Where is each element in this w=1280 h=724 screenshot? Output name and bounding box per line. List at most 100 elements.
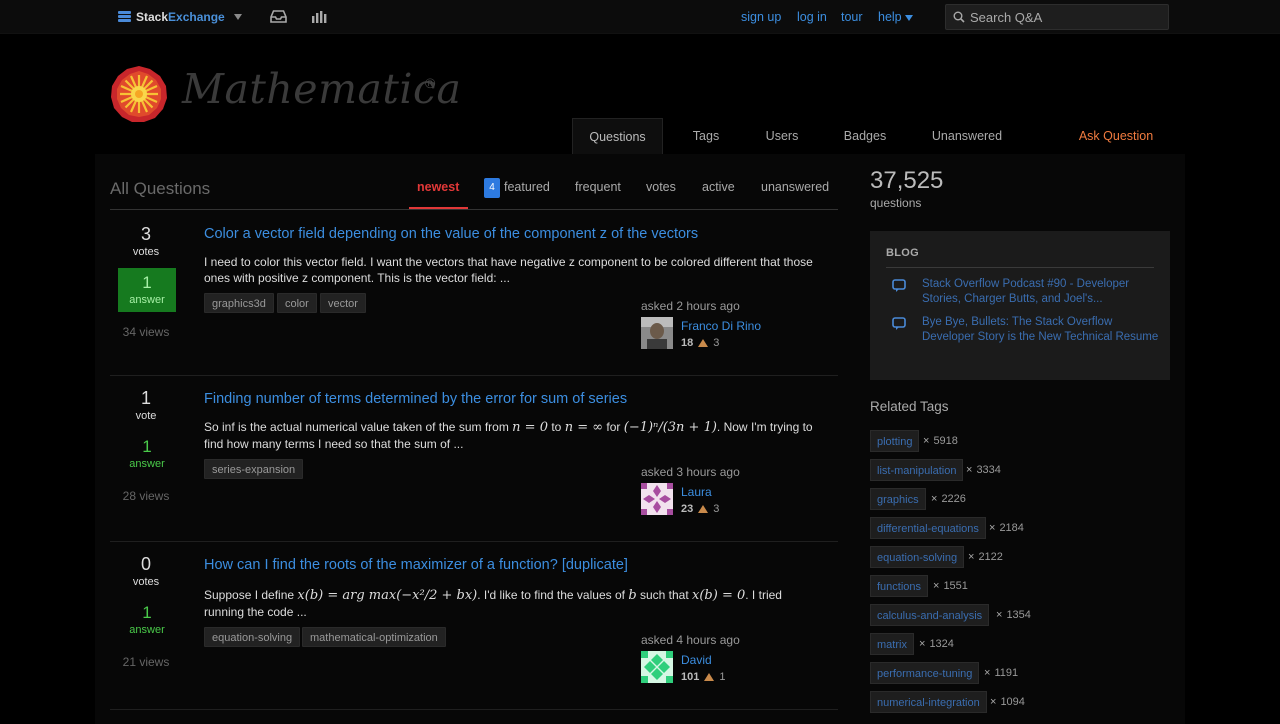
help-link[interactable]: help (878, 10, 913, 24)
vote-label: votes (132, 576, 160, 588)
question-divider (110, 709, 838, 710)
featured-count-badge[interactable]: 4 (484, 178, 500, 198)
related-tag-count: × 2184 (989, 522, 1024, 534)
login-link[interactable]: log in (797, 10, 827, 24)
blog-item-link[interactable]: Bye Bye, Bullets: The Stack Overflow Dev… (922, 315, 1162, 345)
asked-time[interactable]: asked 2 hours ago (641, 299, 740, 313)
question-divider (110, 375, 838, 376)
filter-active[interactable]: active (702, 180, 735, 194)
achievements-icon[interactable] (311, 10, 327, 23)
filter-featured[interactable]: featured (504, 180, 550, 194)
brand-exchange: Exchange (168, 10, 225, 24)
view-count: 21 views (122, 655, 170, 669)
tab-unanswered[interactable]: Unanswered (922, 118, 1012, 154)
math-expression: b (628, 588, 637, 603)
tag-series-expansion[interactable]: series-expansion (204, 459, 304, 479)
question-title-link[interactable]: Finding number of terms determined by th… (204, 391, 627, 407)
user-avatar[interactable] (641, 317, 673, 349)
brand-stack: Stack (136, 10, 169, 24)
help-label: help (878, 10, 902, 24)
user-reputation: 101 1 (681, 671, 725, 683)
answer-count-accepted: 1 answer (118, 268, 176, 312)
related-tag-calculus-and-analysis[interactable]: calculus-and-analysis (870, 604, 990, 626)
vote-label: votes (132, 246, 160, 258)
stackexchange-icon (118, 10, 131, 24)
question-count: 37,525 (870, 167, 944, 194)
filter-unanswered[interactable]: unanswered (761, 180, 829, 194)
asked-time[interactable]: asked 4 hours ago (641, 633, 740, 647)
question-title-link[interactable]: How can I find the roots of the maximize… (204, 557, 628, 573)
question-excerpt: Suppose I define x(b) = arg max(−x²/2 + … (204, 587, 824, 620)
tab-badges[interactable]: Badges (832, 118, 898, 154)
answer-label: answer (129, 458, 165, 470)
signup-link[interactable]: sign up (741, 10, 781, 24)
tab-questions[interactable]: Questions (572, 118, 663, 154)
inbox-icon[interactable] (270, 10, 287, 23)
related-tag-functions[interactable]: functions (870, 575, 929, 597)
blog-item-link[interactable]: Stack Overflow Podcast #90 - Developer S… (922, 277, 1162, 307)
user-avatar[interactable] (641, 651, 673, 683)
excerpt-text: . Now (716, 420, 748, 434)
filter-votes[interactable]: votes (646, 180, 676, 194)
user-avatar[interactable] (641, 483, 673, 515)
tour-link[interactable]: tour (841, 10, 863, 24)
related-tag-performance-tuning[interactable]: performance-tuning (870, 662, 980, 684)
view-count: 28 views (122, 489, 170, 503)
ask-question-button[interactable]: Ask Question (1066, 118, 1166, 154)
tag-mathematical-optimization[interactable]: mathematical-optimization (302, 627, 446, 647)
bronze-count: 1 (719, 671, 726, 683)
excerpt-text: . I (745, 588, 756, 602)
filter-newest[interactable]: newest (417, 180, 459, 194)
tab-users[interactable]: Users (754, 118, 810, 154)
answer-label: answer (129, 294, 165, 306)
math-expression: x(b) = 0 (692, 588, 746, 603)
excerpt-text: for (606, 420, 621, 434)
excerpt-text: . I'd like to find the values of (477, 588, 625, 602)
search-box (945, 4, 1169, 30)
related-tag-count: × 5918 (923, 435, 958, 447)
question-title-link[interactable]: Color a vector field depending on the va… (204, 226, 698, 242)
search-input[interactable] (970, 8, 1165, 26)
mathematica-logo-icon[interactable] (110, 65, 168, 123)
chevron-down-icon (233, 14, 242, 20)
user-name-link[interactable]: Laura (681, 485, 712, 499)
stackexchange-menu[interactable]: Stack Exchange (118, 9, 242, 25)
question-divider (110, 541, 838, 542)
question-count-label: questions (870, 196, 922, 210)
search-icon (953, 11, 965, 23)
header-divider (110, 209, 838, 210)
vote-number: 3 (140, 224, 151, 244)
related-tag-matrix[interactable]: matrix (870, 633, 914, 655)
registered-mark: ® (425, 75, 436, 91)
related-tag-list-manipulation[interactable]: list-manipulation (870, 459, 964, 481)
user-name-link[interactable]: David (681, 653, 712, 667)
related-tag-numerical-integration[interactable]: numerical-integration (870, 691, 987, 713)
tag-vector[interactable]: vector (320, 293, 366, 313)
top-bar: Stack Exchange sign up log in tour help (0, 0, 1280, 34)
tag-equation-solving[interactable]: equation-solving (204, 627, 301, 647)
related-tag-differential-equations[interactable]: differential-equations (870, 517, 986, 539)
filter-frequent[interactable]: frequent (575, 180, 621, 194)
speech-bubble-icon (892, 317, 906, 330)
excerpt-text: to (551, 420, 562, 434)
bronze-badge-icon (698, 505, 709, 513)
excerpt-text: Suppose I define (204, 588, 295, 602)
user-name-link[interactable]: Franco Di Rino (681, 319, 761, 333)
tag-color[interactable]: color (277, 293, 317, 313)
site-name[interactable]: Mathematica (182, 65, 461, 113)
related-tag-count: × 1324 (919, 638, 954, 650)
rep-score: 18 (681, 337, 694, 349)
asked-time[interactable]: asked 3 hours ago (641, 465, 740, 479)
vote-number: 0 (140, 554, 151, 574)
related-tag-count: × 1354 (996, 609, 1031, 621)
tab-tags[interactable]: Tags (680, 118, 732, 154)
tag-graphics3d[interactable]: graphics3d (204, 293, 274, 313)
math-expression: x(b) = arg max(−x²/2 + bx) (297, 588, 478, 603)
related-tag-graphics[interactable]: graphics (870, 488, 926, 510)
vote-count: 0 votes (110, 554, 182, 588)
math-expression: n = ∞ (564, 420, 604, 435)
related-tag-plotting[interactable]: plotting (870, 430, 920, 452)
blog-heading: BLOG (886, 247, 919, 259)
related-tag-equation-solving[interactable]: equation-solving (870, 546, 965, 568)
vote-count: 3 votes (110, 224, 182, 258)
